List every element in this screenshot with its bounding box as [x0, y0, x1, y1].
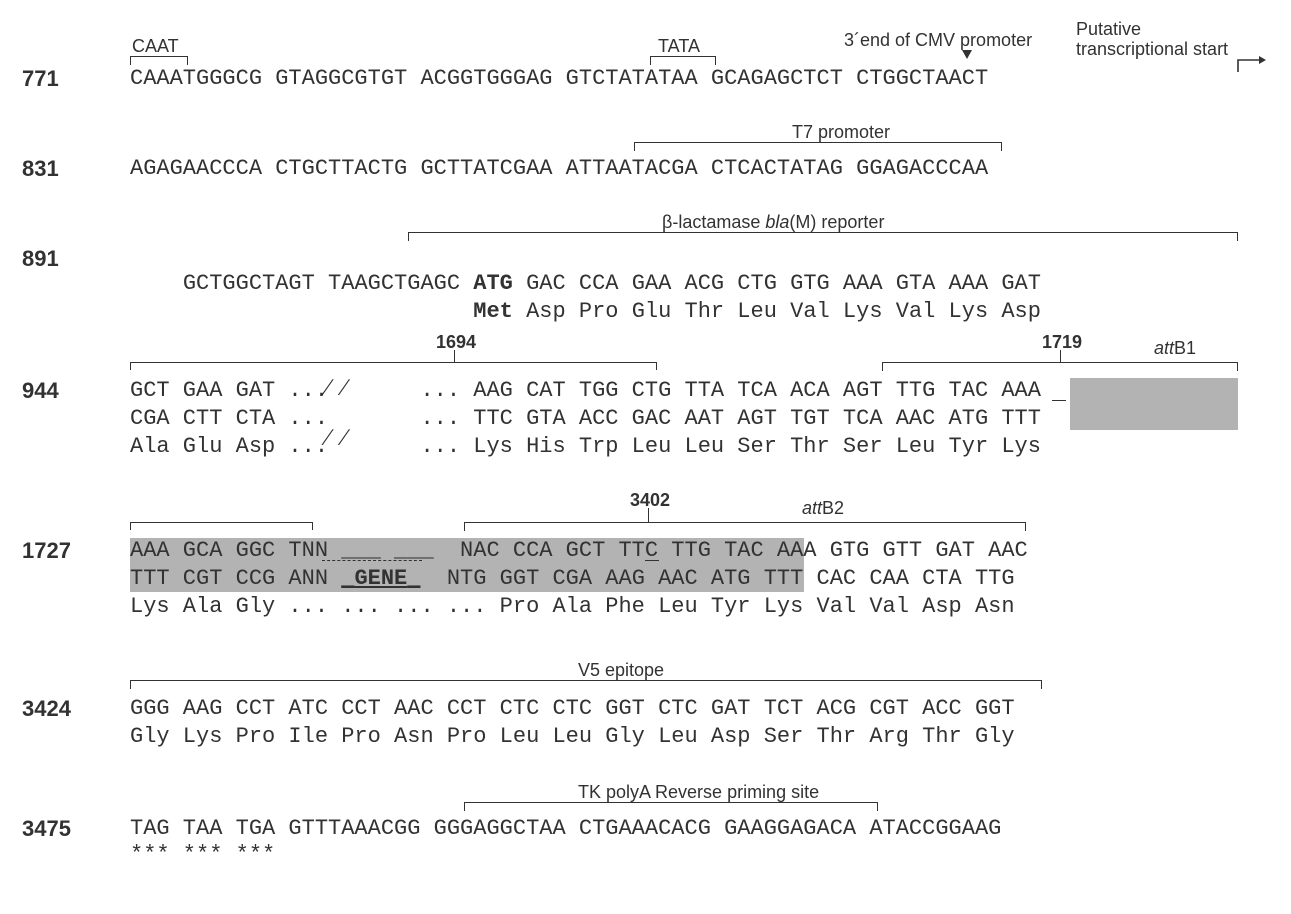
sequence-944-bot: CGA CTT CTA ... ... TTC GTA ACC GAC AAT … [130, 406, 1041, 431]
tick-3402 [648, 508, 649, 522]
position-891: 891 [22, 246, 59, 272]
sequence-771: CAAATGGGCG GTAGGCGTGT ACGGTGGGAG GTCTATA… [130, 66, 988, 91]
sequence-1727-top: AAA GCA GGC TNN ___ ___ NAC CCA GCT TTC … [130, 538, 1028, 563]
label-3402: 3402 [630, 490, 670, 511]
dashed-gap-top [322, 560, 422, 561]
label-bla-reporter: β-lactamase bla(M) reporter [662, 212, 884, 233]
row-831: T7 promoter 831 AGAGAACCCA CTGCTTACTG GC… [22, 116, 1269, 206]
row-3424: V5 epitope 3424 GGG AAG CCT ATC CCT AAC … [22, 656, 1269, 776]
underline-c-3402 [645, 560, 659, 561]
label-1694: 1694 [436, 332, 476, 353]
sequence-831: AGAGAACCCA CTGCTTACTG GCTTATCGAA ATTAATA… [130, 156, 988, 181]
tick-1719 [1060, 350, 1061, 362]
tick-944-left-end [656, 362, 657, 370]
label-tata: TATA [658, 36, 700, 57]
bracket-tata [650, 56, 716, 65]
stop-codon-stars: *** *** *** [130, 842, 275, 867]
row-891: β-lactamase bla(M) reporter 891 GCTGGCTA… [22, 206, 1269, 326]
bracket-attb1-right [882, 362, 1238, 371]
sequence-1727-bot: TTT CGT CCG ANN _GENE_ NTG GGT CGA AAG A… [130, 566, 1015, 591]
label-cmv-end: 3´end of CMV promoter [844, 30, 1032, 51]
label-v5-epitope: V5 epitope [578, 660, 664, 681]
bracket-tk [464, 802, 878, 811]
label-attb1: attB1 [1154, 338, 1196, 359]
bracket-v5 [130, 680, 1042, 689]
row-771: CAAT TATA 3´end of CMV promoter Putative… [22, 26, 1269, 116]
tick-1727-left-start [130, 522, 131, 530]
row-3475: TK polyA Reverse priming site 3475 TAG T… [22, 776, 1269, 886]
aa-891-post: Asp Pro Glu Thr Leu Val Lys Val Lys Asp [513, 299, 1041, 324]
ellipsis-slash2: ⁄⁄ [318, 426, 356, 453]
position-3424: 3424 [22, 696, 71, 722]
label-trans-start: Putative transcriptional start [1076, 20, 1228, 60]
bracket-t7 [634, 142, 1002, 151]
aa-891-met: Met [473, 299, 513, 324]
tick-1727-left-end [312, 522, 313, 530]
label-1719: 1719 [1042, 332, 1082, 353]
bracket-bla [408, 232, 1238, 241]
label-tk-polya: TK polyA Reverse priming site [578, 782, 819, 803]
position-831: 831 [22, 156, 59, 182]
sequence-3424: GGG AAG CCT ATC CCT AAC CCT CTC CTC GGT … [130, 696, 1015, 721]
sequence-944-top: GCT GAA GAT ... ... AAG CAT TGG CTG TTA … [130, 378, 1041, 403]
underline-t-1719 [1052, 400, 1066, 401]
tick-1694 [454, 350, 455, 362]
arrowdown-cmv [962, 50, 972, 59]
aa-944: Ala Glu Asp ... ... Lys His Trp Leu Leu … [130, 434, 1041, 459]
sequence-3475: TAG TAA TGA GTTTAAACGG GGGAGGCTAA CTGAAA… [130, 816, 1001, 841]
bracket-attb2 [464, 522, 1026, 531]
position-771: 771 [22, 66, 59, 92]
position-3475: 3475 [22, 816, 71, 842]
label-caat: CAAT [132, 36, 179, 57]
label-t7-promoter: T7 promoter [792, 122, 890, 143]
row-944: 1694 1719 attB1 944 GCT GAA GAT ... ... … [22, 326, 1269, 486]
arrow-trans-start [1237, 56, 1267, 74]
aa-1727: Lys Ala Gly ... ... ... ... Pro Ala Phe … [130, 594, 1015, 619]
position-1727: 1727 [22, 538, 71, 564]
overline-944-left [130, 362, 656, 363]
label-attb2: attB2 [802, 498, 844, 519]
gene-label: _GENE_ [341, 566, 420, 591]
row-1727: 3402 attB2 1727 AAA GCA GGC TNN ___ ___ … [22, 486, 1269, 656]
overline-1727-left [130, 522, 312, 523]
tick-944-left-start [130, 362, 131, 370]
bracket-caat [130, 56, 188, 65]
ellipsis-slash: ⁄⁄ [318, 376, 356, 403]
aa-3424: Gly Lys Pro Ile Pro Asn Pro Leu Leu Gly … [130, 724, 1015, 749]
shade-attb1 [1070, 378, 1238, 430]
position-944: 944 [22, 378, 59, 404]
